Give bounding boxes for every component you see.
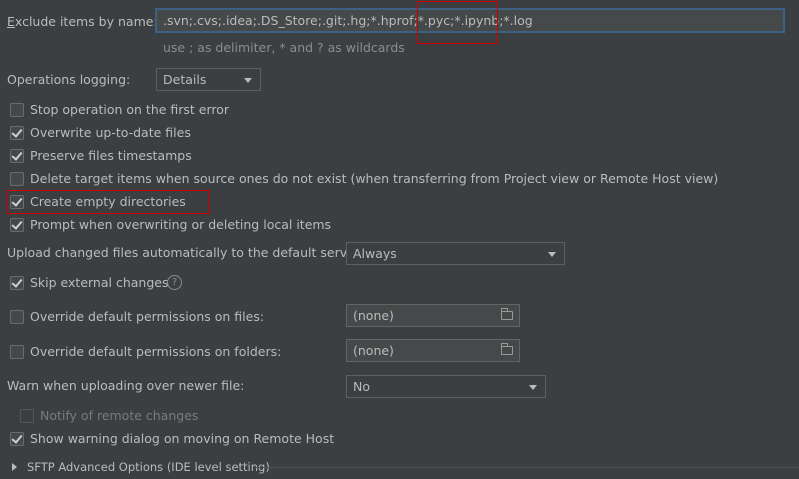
override-folders-label: Override default permissions on folders: [30, 344, 282, 359]
logging-select-value: Details [163, 72, 207, 87]
exclude-label-text: xclude items by name: [14, 14, 158, 29]
override-files-label: Override default permissions on files: [30, 309, 265, 324]
files-permissions-field[interactable]: (none) [346, 304, 520, 327]
folder-icon[interactable] [501, 343, 513, 355]
logging-select[interactable]: Details [156, 68, 261, 91]
override-files-checkbox[interactable] [10, 310, 24, 324]
overwrite-uptodate-label: Overwrite up-to-date files [30, 125, 191, 140]
help-icon[interactable]: ? [167, 275, 182, 290]
files-permissions-value: (none) [353, 308, 394, 323]
highlight-box-create-dirs [7, 190, 210, 214]
upload-label: Upload changed files automatically to th… [7, 245, 360, 260]
highlight-box-exclude [417, 1, 498, 44]
exclude-hint: use ; as delimiter, * and ? as wildcards [163, 40, 405, 55]
sftp-advanced-toggle[interactable]: SFTP Advanced Options (IDE level setting… [27, 460, 270, 474]
skip-external-checkbox[interactable] [10, 276, 24, 290]
delete-target-checkbox[interactable] [10, 172, 24, 186]
stop-on-error-label: Stop operation on the first error [30, 102, 230, 117]
expand-arrow-icon[interactable] [12, 463, 17, 471]
section-divider [255, 467, 799, 468]
prompt-overwrite-label: Prompt when overwriting or deleting loca… [30, 217, 332, 232]
upload-select-value: Always [353, 246, 397, 261]
warn-select-value: No [353, 379, 370, 394]
folders-permissions-field[interactable]: (none) [346, 339, 520, 362]
show-warning-dialog-label: Show warning dialog on moving on Remote … [30, 431, 335, 446]
folders-permissions-value: (none) [353, 343, 394, 358]
upload-select[interactable]: Always [346, 242, 565, 265]
delete-target-label: Delete target items when source ones do … [30, 171, 719, 186]
chevron-down-icon [529, 385, 537, 390]
override-folders-checkbox[interactable] [10, 345, 24, 359]
warn-label: Warn when uploading over newer file: [7, 378, 245, 393]
show-warning-dialog-checkbox[interactable] [10, 432, 24, 446]
exclude-label: Exclude items by name: [7, 14, 158, 29]
chevron-down-icon [548, 252, 556, 257]
logging-label: Operations logging: [7, 72, 131, 87]
notify-remote-label: Notify of remote changes [40, 408, 199, 423]
stop-on-error-checkbox[interactable] [10, 103, 24, 117]
folder-icon[interactable] [501, 308, 513, 320]
chevron-down-icon [244, 78, 252, 83]
overwrite-uptodate-checkbox[interactable] [10, 126, 24, 140]
preserve-timestamps-checkbox[interactable] [10, 149, 24, 163]
warn-select[interactable]: No [346, 375, 546, 398]
exclude-label-mnemonic: E [7, 14, 15, 29]
notify-remote-checkbox[interactable] [20, 409, 34, 423]
skip-external-label: Skip external changes [30, 275, 169, 290]
prompt-overwrite-checkbox[interactable] [10, 218, 24, 232]
preserve-timestamps-label: Preserve files timestamps [30, 148, 192, 163]
